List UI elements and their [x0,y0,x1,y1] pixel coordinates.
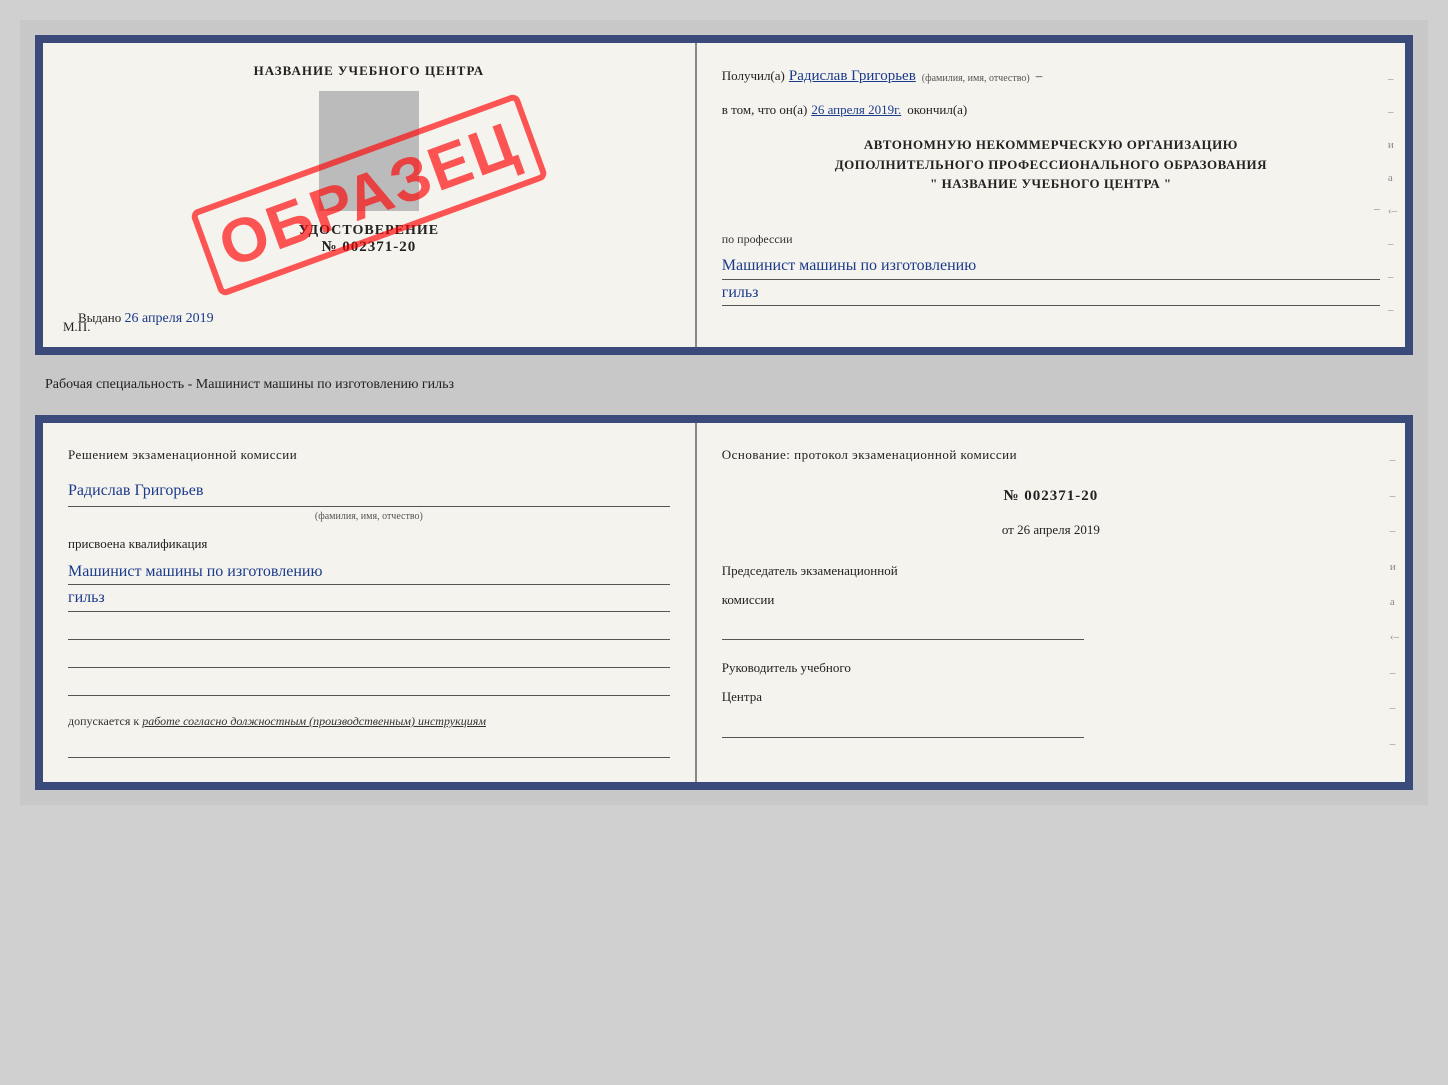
qualification-line1: Машинист машины по изготовлению [68,559,670,586]
protocol-date-value: 26 апреля 2019 [1017,522,1100,537]
dopuskaetsya-block: допускается к работе согласно должностны… [68,712,670,730]
separator-label: Рабочая специальность - Машинист машины … [35,373,1413,397]
protocol-date: от 26 апреля 2019 [722,518,1380,543]
predsedatel-label: Председатель экзаменационной [722,559,1380,584]
doc2-right-panel: Основание: протокол экзаменационной коми… [697,423,1405,782]
profession-line1: Машинист машины по изготовлению [722,253,1380,280]
org-block: АВТОНОМНУЮ НЕКОММЕРЧЕСКУЮ ОРГАНИЗАЦИЮ ДО… [722,135,1380,194]
okonchil-label: окончил(а) [907,98,967,121]
org-line3: " НАЗВАНИЕ УЧЕБНОГО ЦЕНТРА " [722,174,1380,194]
dopusk-label: допускается к [68,714,139,728]
doc1-left-panel: НАЗВАНИЕ УЧЕБНОГО ЦЕНТРА УДОСТОВЕРЕНИЕ №… [43,43,697,347]
profession-line2: гильз [722,280,1380,307]
org-line2: ДОПОЛНИТЕЛЬНОГО ПРОФЕССИОНАЛЬНОГО ОБРАЗО… [722,155,1380,175]
underline-3 [68,672,670,696]
doc2-name: Радислав Григорьев [68,476,670,507]
vtom-line: в том, что он(а) 26 апреля 2019г. окончи… [722,98,1380,121]
rukovoditel-signature-line [722,714,1084,738]
protocol-number: № 002371-20 [722,482,1380,511]
poluchil-sub: (фамилия, имя, отчество) [922,70,1030,88]
vydano-date: 26 апреля 2019 [125,311,214,326]
underline-1 [68,616,670,640]
doc2-name-sub: (фамилия, имя, отчество) [68,507,670,526]
rukovoditel-block: Руководитель учебного Центра [722,656,1380,737]
ud-number: № 002371-20 [299,239,439,256]
po-professii-label: по профессии [722,229,1380,251]
poluchil-line: Получил(а) Радислав Григорьев (фамилия, … [722,63,1380,90]
poluchil-name: Радислав Григорьев [789,63,916,90]
poluchil-label: Получил(а) [722,64,785,87]
qualification-line2: гильз [68,585,670,612]
underline-4 [68,734,670,758]
ud-title: УДОСТОВЕРЕНИЕ [299,223,439,239]
komissia-title: Решением экзаменационной комиссии [68,443,670,468]
doc2-name-block: Радислав Григорьев (фамилия, имя, отчест… [68,476,670,526]
underline-2 [68,644,670,668]
vtom-label: в том, что он(а) [722,98,808,121]
doc1-right-panel: Получил(а) Радислав Григорьев (фамилия, … [697,43,1405,347]
photo-placeholder [319,91,419,211]
predsedatel-signature-line [722,616,1084,640]
prisvoena-label: присвоена квалификация [68,532,670,557]
rukovoditel-label: Руководитель учебного [722,656,1380,681]
document-1: НАЗВАНИЕ УЧЕБНОГО ЦЕНТРА УДОСТОВЕРЕНИЕ №… [35,35,1413,355]
right-dashes-doc2: – – – и а ‹– – – – [1390,423,1399,782]
osnование-title: Основание: протокол экзаменационной коми… [722,443,1380,468]
doc1-center-title: НАЗВАНИЕ УЧЕБНОГО ЦЕНТРА [254,63,485,79]
dash1: – [1036,64,1043,87]
protocol-date-prefix: от [1002,522,1014,537]
vtom-date: 26 апреля 2019г. [811,98,901,121]
predsedatel-block: Председатель экзаменационной комиссии [722,559,1380,640]
right-dashes-doc1: – – и а ‹– – – – [1388,43,1397,347]
udostoverenie-block: УДОСТОВЕРЕНИЕ № 002371-20 [299,223,439,256]
mp-label: М.П. [63,319,90,335]
dash2: – [722,198,1380,220]
page-container: НАЗВАНИЕ УЧЕБНОГО ЦЕНТРА УДОСТОВЕРЕНИЕ №… [20,20,1428,805]
org-line1: АВТОНОМНУЮ НЕКОММЕРЧЕСКУЮ ОРГАНИЗАЦИЮ [722,135,1380,155]
komissia-label2: комиссии [722,588,1380,613]
doc2-left-panel: Решением экзаменационной комиссии Радисл… [43,423,697,782]
dopusk-text: работе согласно должностным (производств… [142,714,486,728]
tsentra-label: Центра [722,685,1380,710]
document-2: Решением экзаменационной комиссии Радисл… [35,415,1413,790]
